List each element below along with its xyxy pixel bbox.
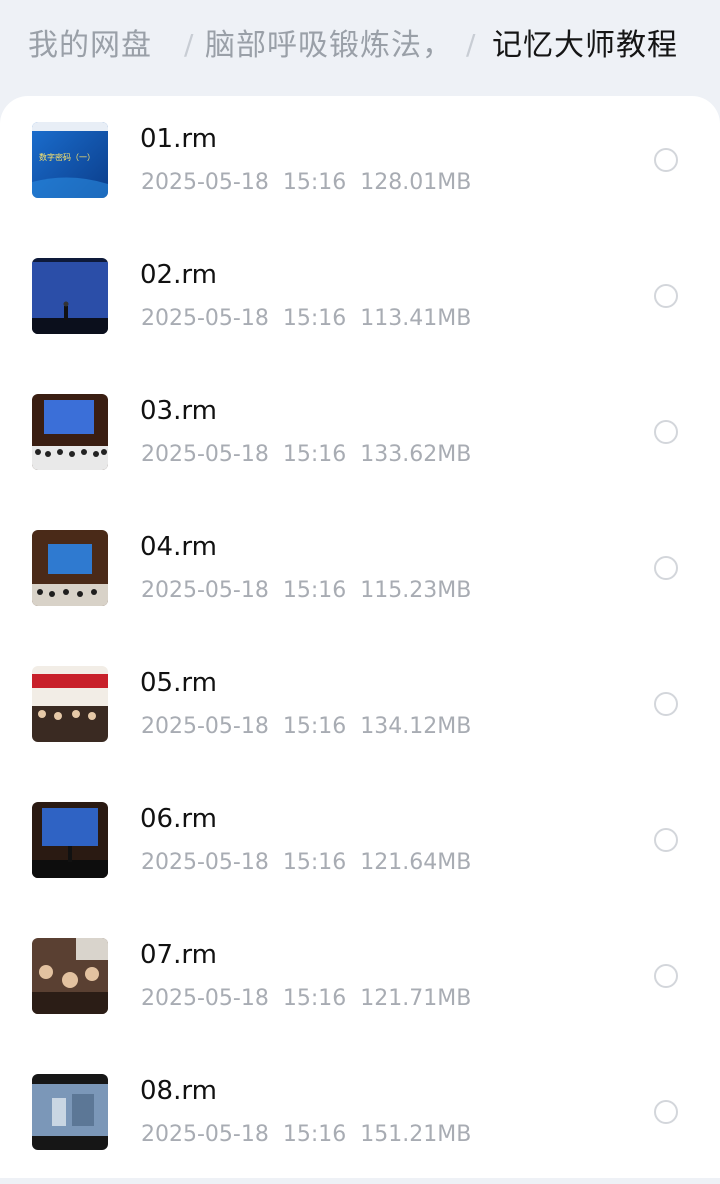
file-meta: 2025-05-18 15:16 115.23MB [141, 578, 471, 603]
file-time: 15:16 [282, 442, 347, 467]
file-size: 121.64MB [360, 850, 472, 875]
video-thumbnail [32, 530, 108, 606]
file-name: 06.rm [140, 804, 217, 834]
select-radio[interactable] [654, 828, 678, 852]
file-meta: 2025-05-18 15:16 128.01MB [141, 170, 471, 195]
file-row[interactable]: 04.rm 2025-05-18 15:16 115.23MB [0, 504, 720, 640]
file-size: 151.21MB [360, 1122, 472, 1147]
file-size: 121.71MB [360, 986, 472, 1011]
file-date: 2025-05-18 [141, 986, 269, 1011]
breadcrumb: 我的网盘 / 脑部呼吸锻炼法， / 记忆大师教程 [0, 0, 720, 96]
file-time: 15:16 [282, 578, 347, 603]
file-name: 04.rm [140, 532, 217, 562]
file-size: 113.41MB [360, 306, 472, 331]
file-row[interactable]: 02.rm 2025-05-18 15:16 113.41MB [0, 232, 720, 368]
breadcrumb-separator: / [466, 28, 476, 61]
file-date: 2025-05-18 [141, 714, 269, 739]
video-thumbnail [32, 666, 108, 742]
file-row[interactable]: 06.rm 2025-05-18 15:16 121.64MB [0, 776, 720, 912]
file-name: 07.rm [140, 940, 217, 970]
file-row[interactable]: 数字密码（一） 01.rm 2025-05-18 15:16 128.01MB [0, 96, 720, 232]
file-time: 15:16 [282, 714, 347, 739]
video-thumbnail [32, 938, 108, 1014]
video-thumbnail [32, 394, 108, 470]
select-radio[interactable] [654, 284, 678, 308]
file-list: 数字密码（一） 01.rm 2025-05-18 15:16 128.01MB … [0, 96, 720, 1178]
breadcrumb-root[interactable]: 我的网盘 [28, 26, 152, 66]
file-row[interactable]: 08.rm 2025-05-18 15:16 151.21MB [0, 1048, 720, 1184]
file-name: 01.rm [140, 124, 217, 154]
file-time: 15:16 [282, 850, 347, 875]
file-date: 2025-05-18 [141, 1122, 269, 1147]
file-time: 15:16 [282, 170, 347, 195]
breadcrumb-parent-folder[interactable]: 脑部呼吸锻炼法， [205, 26, 453, 66]
file-name: 03.rm [140, 396, 217, 426]
file-row[interactable]: 05.rm 2025-05-18 15:16 134.12MB [0, 640, 720, 776]
file-size: 115.23MB [360, 578, 472, 603]
file-size: 128.01MB [360, 170, 472, 195]
file-time: 15:16 [282, 1122, 347, 1147]
file-meta: 2025-05-18 15:16 133.62MB [141, 442, 471, 467]
select-radio[interactable] [654, 692, 678, 716]
file-meta: 2025-05-18 15:16 121.71MB [141, 986, 471, 1011]
file-date: 2025-05-18 [141, 170, 269, 195]
file-date: 2025-05-18 [141, 850, 269, 875]
file-meta: 2025-05-18 15:16 113.41MB [141, 306, 471, 331]
select-radio[interactable] [654, 964, 678, 988]
file-name: 05.rm [140, 668, 217, 698]
file-date: 2025-05-18 [141, 306, 269, 331]
file-date: 2025-05-18 [141, 578, 269, 603]
select-radio[interactable] [654, 556, 678, 580]
video-thumbnail [32, 802, 108, 878]
file-row[interactable]: 07.rm 2025-05-18 15:16 121.71MB [0, 912, 720, 1048]
file-time: 15:16 [282, 306, 347, 331]
file-name: 08.rm [140, 1076, 217, 1106]
file-size: 134.12MB [360, 714, 472, 739]
select-radio[interactable] [654, 420, 678, 444]
file-date: 2025-05-18 [141, 442, 269, 467]
video-thumbnail [32, 1074, 108, 1150]
breadcrumb-current-folder: 记忆大师教程 [492, 28, 678, 63]
video-thumbnail: 数字密码（一） [32, 122, 108, 198]
file-meta: 2025-05-18 15:16 134.12MB [141, 714, 471, 739]
select-radio[interactable] [654, 1100, 678, 1124]
file-meta: 2025-05-18 15:16 121.64MB [141, 850, 471, 875]
file-name: 02.rm [140, 260, 217, 290]
file-size: 133.62MB [360, 442, 472, 467]
file-meta: 2025-05-18 15:16 151.21MB [141, 1122, 471, 1147]
file-time: 15:16 [282, 986, 347, 1011]
select-radio[interactable] [654, 148, 678, 172]
slide-title-text: 数字密码（一） [39, 152, 95, 162]
file-row[interactable]: 03.rm 2025-05-18 15:16 133.62MB [0, 368, 720, 504]
breadcrumb-separator: / [184, 28, 194, 61]
video-thumbnail [32, 258, 108, 334]
